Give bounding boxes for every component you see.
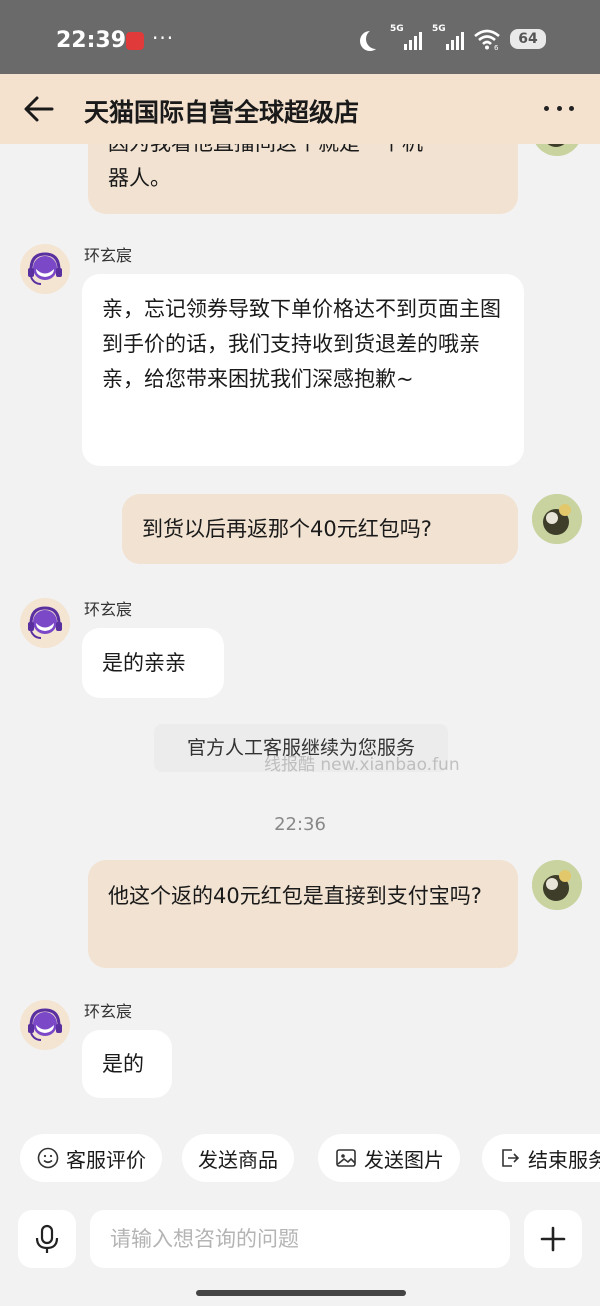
signal-icon-sim2: 5G	[432, 24, 464, 50]
voice-input-button[interactable]	[18, 1210, 76, 1268]
send-image-button[interactable]: 发送图片	[318, 1134, 460, 1182]
image-icon	[336, 1149, 356, 1167]
status-icons: 5G 5G 6 64	[360, 24, 546, 52]
battery-indicator: 64	[510, 29, 546, 49]
signal-icon-sim1: 5G	[390, 24, 422, 50]
smiley-icon	[37, 1147, 59, 1169]
agent-avatar[interactable]	[20, 598, 70, 648]
user-avatar[interactable]	[532, 144, 582, 156]
end-service-button[interactable]: 结束服务	[482, 1134, 600, 1182]
back-arrow-icon[interactable]	[22, 92, 56, 126]
agent-message-bubble: 是的	[82, 1030, 172, 1098]
do-not-disturb-icon	[366, 29, 386, 49]
send-product-label: 发送商品	[198, 1147, 278, 1172]
message-input-bar	[0, 1200, 600, 1306]
notification-app-icon	[126, 32, 144, 50]
user-message-bubble: 到货以后再返那个40元红包吗?	[122, 494, 518, 564]
send-product-button[interactable]: 发送商品	[182, 1134, 294, 1182]
sim2-network-label: 5G	[432, 24, 446, 34]
quick-action-bar[interactable]: 客服评价 发送商品 发送图片 结束服务	[0, 1130, 600, 1186]
user-message-bubble: 他这个返的40元红包是直接到支付宝吗?	[88, 860, 518, 968]
rate-service-button[interactable]: 客服评价	[20, 1134, 162, 1182]
status-time: 22:39	[56, 28, 127, 53]
chat-message-list[interactable]: 因为我看他直播间这个就是一个机 器人。 环玄宸 亲，忘记领券导致下单价格达不到页…	[0, 144, 600, 1124]
message-input[interactable]	[90, 1210, 510, 1268]
agent-avatar[interactable]	[20, 244, 70, 294]
user-avatar[interactable]	[532, 860, 582, 910]
agent-avatar[interactable]	[20, 1000, 70, 1050]
exit-icon	[502, 1149, 520, 1167]
agent-name: 环玄宸	[84, 1002, 133, 1021]
user-message-bubble: 因为我看他直播间这个就是一个机 器人。	[88, 144, 518, 214]
sim1-network-label: 5G	[390, 24, 404, 34]
more-notifications-icon: ···	[152, 26, 175, 50]
chat-title: 天猫国际自营全球超级店	[84, 98, 360, 127]
wifi-icon: 6	[474, 29, 500, 50]
message-text-line: 器人。	[108, 166, 171, 190]
timestamp-separator: 22:36	[274, 814, 326, 835]
rate-service-label: 客服评价	[66, 1147, 146, 1172]
agent-message-bubble: 是的亲亲	[82, 628, 224, 698]
send-image-label: 发送图片	[364, 1147, 444, 1172]
agent-name: 环玄宸	[84, 246, 133, 265]
wifi-badge: 6	[494, 44, 499, 50]
status-bar: 22:39 ··· 5G 5G 6 64	[0, 0, 600, 74]
message-text-line: 因为我看他直播间这个就是一个机	[108, 144, 498, 161]
end-service-label: 结束服务	[528, 1147, 600, 1172]
more-options-icon[interactable]	[544, 106, 574, 112]
agent-name: 环玄宸	[84, 600, 133, 619]
plus-icon	[540, 1226, 566, 1252]
watermark-text: 线报酷 new.xianbao.fun	[264, 755, 460, 775]
more-actions-button[interactable]	[524, 1210, 582, 1268]
agent-message-bubble: 亲，忘记领券导致下单价格达不到页面主图到手价的话，我们支持收到货退差的哦亲亲，给…	[82, 274, 524, 466]
home-indicator[interactable]	[196, 1290, 406, 1296]
chat-header: 天猫国际自营全球超级店	[0, 74, 600, 144]
user-avatar[interactable]	[532, 494, 582, 544]
microphone-icon	[35, 1224, 59, 1253]
